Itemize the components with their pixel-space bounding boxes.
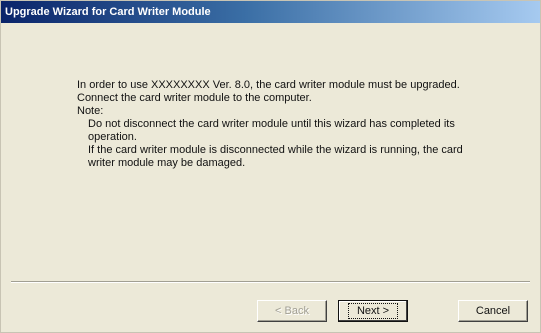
cancel-button[interactable]: Cancel (458, 300, 528, 322)
wizard-dialog: Upgrade Wizard for Card Writer Module In… (0, 0, 541, 333)
next-button[interactable]: Next > (338, 300, 408, 322)
title-bar[interactable]: Upgrade Wizard for Card Writer Module (1, 1, 540, 23)
warning-text-damage: If the card writer module is disconnecte… (88, 144, 463, 169)
connect-instruction: Connect the card writer module to the co… (77, 92, 312, 104)
back-button[interactable]: < Back (257, 300, 327, 322)
button-separator (11, 281, 530, 283)
intro-text: In order to use XXXXXXXX Ver. 8.0, the c… (77, 79, 460, 91)
next-button-label: Next > (347, 303, 399, 319)
window-title: Upgrade Wizard for Card Writer Module (5, 6, 211, 18)
message-area: In order to use XXXXXXXX Ver. 8.0, the c… (77, 79, 497, 170)
note-label: Note: (77, 105, 104, 117)
warning-text-disconnect: Do not disconnect the card writer module… (88, 118, 455, 143)
